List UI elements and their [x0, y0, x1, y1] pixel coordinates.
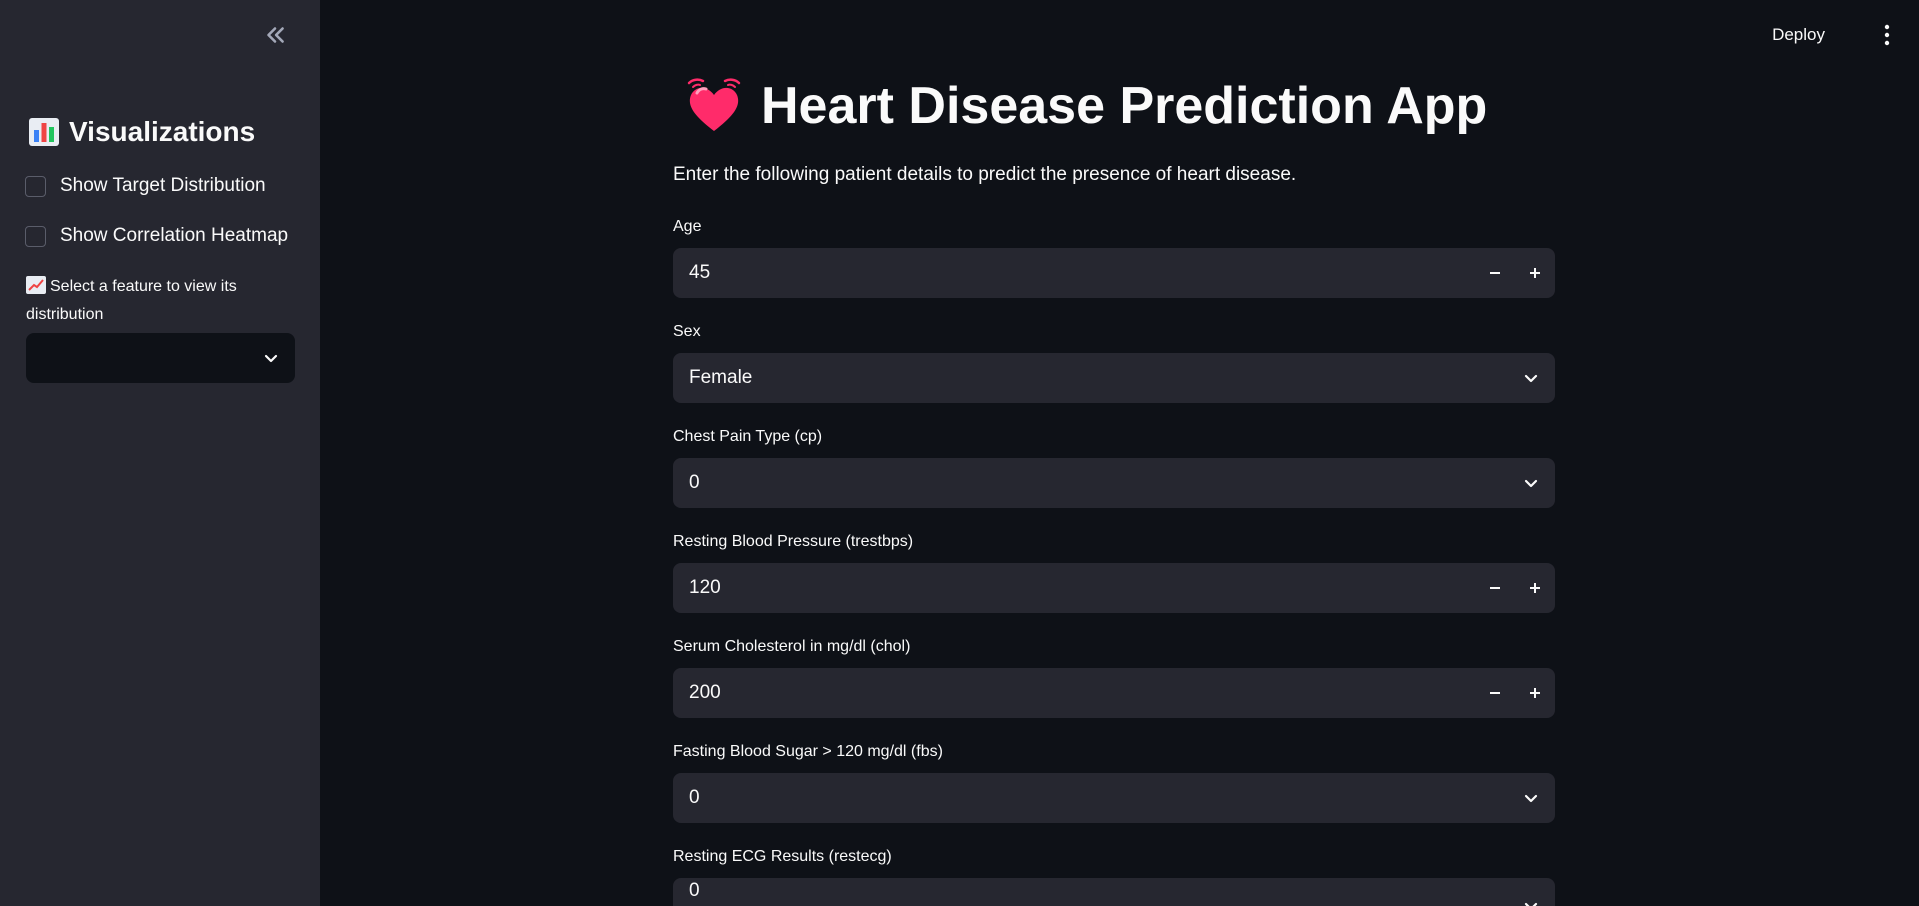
- fasting-blood-sugar-select[interactable]: 0: [673, 773, 1555, 823]
- sidebar: Visualizations Show Target Distribution …: [0, 0, 320, 906]
- resting-bp-input[interactable]: 120: [673, 563, 1555, 613]
- resting-ecg-label: Resting ECG Results (restecg): [673, 848, 892, 865]
- bar-chart-icon: [29, 118, 59, 146]
- decrement-button[interactable]: [1475, 668, 1515, 718]
- minus-icon: [1490, 272, 1500, 274]
- deploy-button[interactable]: Deploy: [1772, 22, 1825, 48]
- sex-label: Sex: [673, 323, 701, 340]
- plus-icon: [1530, 268, 1540, 278]
- cholesterol-input[interactable]: 200: [673, 668, 1555, 718]
- checkbox-box[interactable]: [25, 225, 46, 247]
- beating-heart-icon: [683, 77, 745, 135]
- chevron-down-icon: [1524, 794, 1538, 803]
- cholesterol-label: Serum Cholesterol in mg/dl (chol): [673, 638, 911, 655]
- sex-select[interactable]: Female: [673, 353, 1555, 403]
- plus-icon: [1530, 583, 1540, 593]
- feature-select[interactable]: [26, 333, 295, 383]
- chevron-down-icon: [1524, 479, 1538, 488]
- page-title: Heart Disease Prediction App: [683, 76, 1487, 136]
- chest-pain-label: Chest Pain Type (cp): [673, 428, 823, 445]
- chest-pain-value: 0: [689, 472, 700, 493]
- increment-button[interactable]: [1515, 668, 1555, 718]
- more-vertical-icon[interactable]: [1882, 24, 1892, 46]
- chest-pain-select[interactable]: 0: [673, 458, 1555, 508]
- chevron-down-icon: [1524, 902, 1538, 906]
- resting-ecg-value: 0: [689, 880, 700, 901]
- page-subtitle: Enter the following patient details to p…: [673, 164, 1297, 185]
- checkbox-label: Show Target Distribution: [60, 175, 266, 196]
- sidebar-heading: Visualizations: [29, 116, 255, 148]
- chart-increasing-icon: [26, 276, 46, 294]
- checkbox-label: Show Correlation Heatmap: [60, 225, 289, 246]
- resting-bp-value: 120: [689, 577, 721, 598]
- feature-select-label: Select a feature to view its distributio…: [26, 276, 237, 323]
- age-input[interactable]: 45: [673, 248, 1555, 298]
- checkbox-box[interactable]: [25, 175, 46, 197]
- collapse-sidebar-button[interactable]: [262, 22, 288, 48]
- sex-value: Female: [689, 367, 753, 388]
- resting-ecg-select[interactable]: 0: [673, 878, 1555, 906]
- fasting-blood-sugar-value: 0: [689, 787, 700, 808]
- increment-button[interactable]: [1515, 248, 1555, 298]
- increment-button[interactable]: [1515, 563, 1555, 613]
- minus-icon: [1490, 587, 1500, 589]
- plus-icon: [1530, 688, 1540, 698]
- age-label: Age: [673, 218, 702, 235]
- app-header: Deploy: [1619, 22, 1919, 48]
- chevron-down-icon: [1524, 374, 1538, 383]
- decrement-button[interactable]: [1475, 563, 1515, 613]
- age-value: 45: [689, 262, 711, 283]
- show-correlation-heatmap-checkbox[interactable]: Show Correlation Heatmap: [25, 225, 288, 247]
- sidebar-title: Visualizations: [69, 116, 256, 147]
- chevron-down-icon: [264, 354, 278, 363]
- double-chevron-left-icon: [267, 27, 284, 43]
- page-title-text: Heart Disease Prediction App: [761, 77, 1488, 135]
- minus-icon: [1490, 692, 1500, 694]
- decrement-button[interactable]: [1475, 248, 1515, 298]
- fasting-blood-sugar-label: Fasting Blood Sugar > 120 mg/dl (fbs): [673, 743, 943, 760]
- show-target-distribution-checkbox[interactable]: Show Target Distribution: [25, 175, 266, 197]
- resting-bp-label: Resting Blood Pressure (trestbps): [673, 533, 914, 550]
- cholesterol-value: 200: [689, 682, 721, 703]
